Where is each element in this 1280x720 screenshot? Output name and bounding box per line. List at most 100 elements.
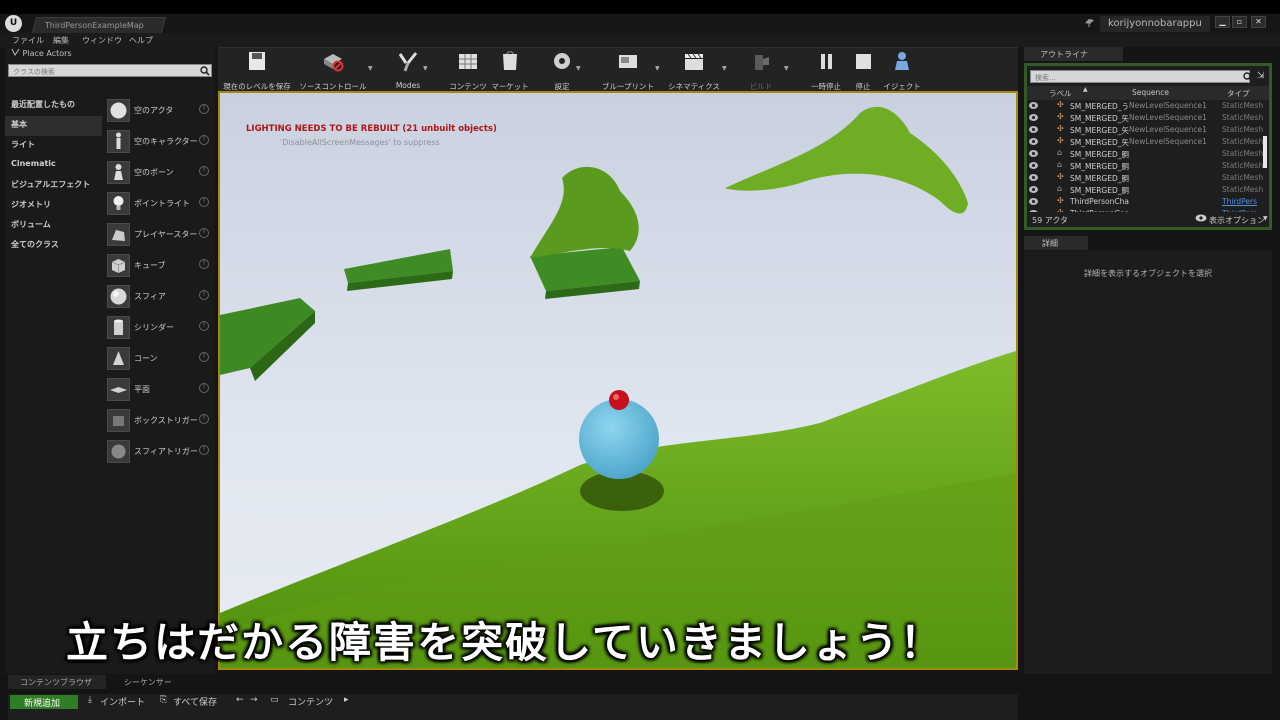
help-icon[interactable]: ? xyxy=(199,259,209,269)
details-tab[interactable]: 詳細 xyxy=(1024,236,1088,250)
back-arrow-icon[interactable]: ← xyxy=(236,695,244,705)
outliner-row[interactable]: ✣ ThirdPersonCha ThirdPers xyxy=(1027,196,1269,208)
view-options-dropdown-icon[interactable]: ▼ xyxy=(1263,215,1268,222)
category-basic[interactable]: 基本 xyxy=(5,116,102,136)
user-badge[interactable]: korijyonnobarappu xyxy=(1100,16,1210,32)
outliner-row[interactable]: ✣ SM_MERGED_矢 NewLevelSequence1 StaticMesh xyxy=(1027,124,1269,136)
visibility-eye-icon[interactable] xyxy=(1029,150,1038,157)
class-search-input[interactable]: クラスの検索 xyxy=(8,64,212,77)
breadcrumb-content[interactable]: コンテンツ xyxy=(288,695,333,708)
outliner-scrollbar[interactable] xyxy=(1263,136,1267,168)
maximize-icon[interactable]: ▫ xyxy=(1232,16,1247,28)
column-label[interactable]: ラベル xyxy=(1049,88,1072,99)
blueprints-button[interactable]: ブループリント xyxy=(598,51,658,91)
help-icon[interactable]: ? xyxy=(199,414,209,424)
category-all-classes[interactable]: 全てのクラス xyxy=(5,236,102,256)
category-cinematic[interactable]: Cinematic xyxy=(5,156,102,176)
help-icon[interactable]: ? xyxy=(199,104,209,114)
actor-empty-actor[interactable]: 空のアクタ ? xyxy=(105,95,215,126)
column-type[interactable]: タイプ xyxy=(1227,88,1250,99)
tab-sequencer[interactable]: シーケンサー xyxy=(112,675,192,689)
visibility-eye-icon[interactable] xyxy=(1029,198,1038,205)
outliner-row[interactable]: ⌂ SM_MERGED_胴 StaticMesh xyxy=(1027,160,1269,172)
actor-player-start[interactable]: プレイヤースター ? xyxy=(105,219,215,250)
add-new-button[interactable]: 新規追加 xyxy=(10,695,78,709)
outliner-tab[interactable]: アウトライナ xyxy=(1024,47,1123,61)
view-options-button[interactable]: 表示オプション xyxy=(1209,215,1265,226)
help-icon[interactable]: ? xyxy=(199,290,209,300)
category-visual-effects[interactable]: ビジュアルエフェクト xyxy=(5,176,102,196)
tab-content-browser[interactable]: コンテンツブラウザ xyxy=(8,675,106,689)
actor-sphere-trigger[interactable]: スフィアトリガー ? xyxy=(105,436,215,467)
close-icon[interactable]: ✕ xyxy=(1251,16,1266,28)
blueprints-dropdown-icon[interactable]: ▼ xyxy=(655,65,660,72)
help-icon[interactable]: ? xyxy=(199,321,209,331)
settings-dropdown-icon[interactable]: ▼ xyxy=(576,65,581,72)
category-recent[interactable]: 最近配置したもの xyxy=(5,96,102,116)
search-icon[interactable] xyxy=(200,66,210,76)
actor-plane[interactable]: 平面 ? xyxy=(105,374,215,405)
visibility-eye-icon[interactable] xyxy=(1029,138,1038,145)
visibility-eye-icon[interactable] xyxy=(1029,102,1038,109)
save-level-button[interactable]: 現在のレベルを保存 xyxy=(222,51,292,91)
outliner-options-icon[interactable]: ⇲ xyxy=(1257,71,1267,81)
cinematics-button[interactable]: シネマティクス xyxy=(666,51,722,91)
outliner-row[interactable]: ✣ SM_MERGED_胴 StaticMesh xyxy=(1027,172,1269,184)
save-all-button[interactable]: すべて保存 xyxy=(173,695,217,708)
help-icon[interactable]: ? xyxy=(199,383,209,393)
help-icon[interactable]: ? xyxy=(199,166,209,176)
menu-window[interactable]: ウィンドウ xyxy=(82,35,122,46)
menu-file[interactable]: ファイル xyxy=(12,35,44,46)
visibility-eye-icon[interactable] xyxy=(1029,174,1038,181)
source-control-status-icon[interactable] xyxy=(1084,18,1095,28)
marketplace-button[interactable]: マーケット xyxy=(490,51,530,91)
pause-button[interactable]: 一時停止 xyxy=(808,51,844,91)
category-lights[interactable]: ライト xyxy=(5,136,102,156)
forward-arrow-icon[interactable]: → xyxy=(250,695,258,705)
menu-edit[interactable]: 編集 xyxy=(53,35,69,46)
outliner-row[interactable]: ✣ SM_MERGED_矢 NewLevelSequence1 StaticMesh xyxy=(1027,136,1269,148)
outliner-row[interactable]: ✣ SM_MERGED_う NewLevelSequence1 StaticMesh xyxy=(1027,100,1269,112)
modes-dropdown-icon[interactable]: ▼ xyxy=(423,65,428,72)
build-button[interactable]: ビルド xyxy=(744,51,778,91)
content-button[interactable]: コンテンツ xyxy=(446,51,490,91)
actor-cone[interactable]: コーン ? xyxy=(105,343,215,374)
source-control-dropdown-icon[interactable]: ▼ xyxy=(368,65,373,72)
sort-ascending-icon[interactable]: ▲ xyxy=(1083,86,1088,93)
outliner-row[interactable]: ⌂ SM_MERGED_胴 StaticMesh xyxy=(1027,184,1269,196)
visibility-eye-icon[interactable] xyxy=(1029,114,1038,121)
build-dropdown-icon[interactable]: ▼ xyxy=(784,65,789,72)
actor-cube[interactable]: キューブ ? xyxy=(105,250,215,281)
column-sequence[interactable]: Sequence xyxy=(1132,88,1169,97)
source-control-button[interactable]: ソースコントロール xyxy=(298,51,368,91)
actor-sphere[interactable]: スフィア ? xyxy=(105,281,215,312)
outliner-row[interactable]: ✣ SM_MERGED_矢 NewLevelSequence1 StaticMesh xyxy=(1027,112,1269,124)
outliner-row-type[interactable]: ThirdPers xyxy=(1222,197,1257,206)
cinematics-dropdown-icon[interactable]: ▼ xyxy=(722,65,727,72)
actor-point-light[interactable]: ポイントライト ? xyxy=(105,188,215,219)
minimize-icon[interactable]: ▁ xyxy=(1215,16,1230,28)
place-actors-tab[interactable]: Place Actors xyxy=(7,48,72,61)
outliner-row[interactable]: ⌂ SM_MERGED_胴 StaticMesh xyxy=(1027,148,1269,160)
help-icon[interactable]: ? xyxy=(199,352,209,362)
help-icon[interactable]: ? xyxy=(199,135,209,145)
import-button[interactable]: インポート xyxy=(100,695,145,708)
visibility-eye-icon[interactable] xyxy=(1029,162,1038,169)
actor-box-trigger[interactable]: ボックストリガー ? xyxy=(105,405,215,436)
actor-empty-pawn[interactable]: 空のポーン ? xyxy=(105,157,215,188)
visibility-eye-icon[interactable] xyxy=(1029,186,1038,193)
actor-cylinder[interactable]: シリンダー ? xyxy=(105,312,215,343)
visibility-eye-icon[interactable] xyxy=(1029,126,1038,133)
outliner-search-input[interactable]: 検索... xyxy=(1030,70,1250,83)
level-viewport[interactable]: LIGHTING NEEDS TO BE REBUILT (21 unbuilt… xyxy=(218,91,1018,670)
category-volumes[interactable]: ボリューム xyxy=(5,216,102,236)
actor-empty-character[interactable]: 空のキャラクター ? xyxy=(105,126,215,157)
map-tab[interactable]: ThirdPersonExampleMap xyxy=(32,17,166,33)
stop-button[interactable]: 停止 xyxy=(848,51,878,91)
category-geometry[interactable]: ジオメトリ xyxy=(5,196,102,216)
search-icon[interactable] xyxy=(1243,72,1253,82)
eject-button[interactable]: イジェクト xyxy=(882,51,922,91)
breadcrumb-chevron-icon[interactable]: ▸ xyxy=(344,695,349,705)
help-icon[interactable]: ? xyxy=(199,228,209,238)
help-icon[interactable]: ? xyxy=(199,445,209,455)
